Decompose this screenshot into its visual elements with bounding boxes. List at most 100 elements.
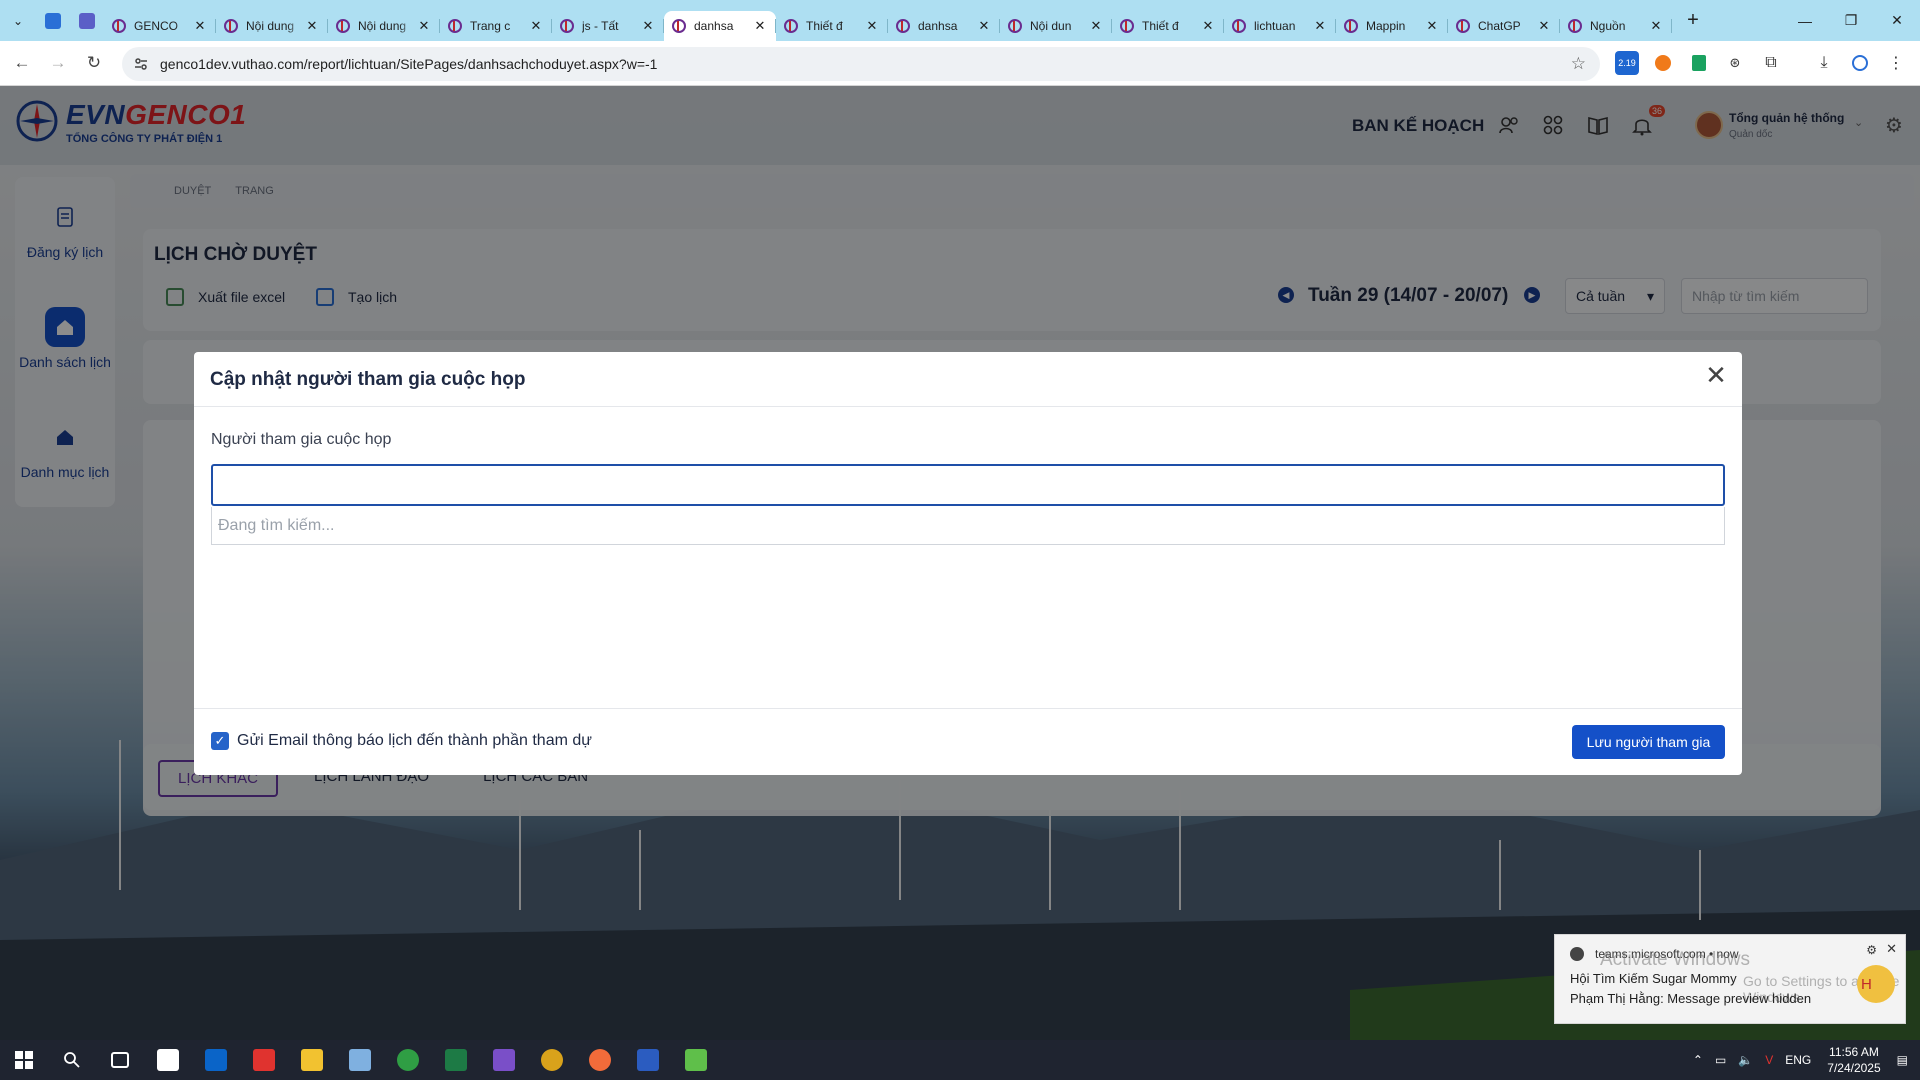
tab-close-icon[interactable]: ✕ [640, 18, 656, 34]
tab-close-icon[interactable]: ✕ [1088, 18, 1104, 34]
tab-close-icon[interactable]: ✕ [976, 18, 992, 34]
pinned-tab-2[interactable] [70, 6, 104, 36]
chrome-profile-icon[interactable] [528, 1040, 576, 1080]
browser-tab[interactable]: Nội dung ✕ [328, 11, 440, 41]
browser-tab[interactable]: Nguồn ✕ [1560, 11, 1672, 41]
participants-label: Người tham gia cuộc họp [211, 431, 392, 448]
teams-notification[interactable]: teams.microsoft.com • now Activate Windo… [1554, 934, 1906, 1024]
send-email-checkbox[interactable]: ✓ [211, 732, 229, 750]
postman-icon[interactable] [576, 1040, 624, 1080]
extension-calendar-icon[interactable]: 2.19 [1615, 51, 1639, 75]
close-window-icon[interactable]: ✕ [1874, 0, 1920, 41]
pinned-app-icon [45, 12, 61, 29]
tab-search-chevron-icon[interactable]: ⌄ [0, 0, 36, 41]
bookmark-star-icon[interactable]: ☆ [1571, 54, 1586, 74]
chrome-icon [1570, 947, 1584, 961]
tab-close-icon[interactable]: ✕ [864, 18, 880, 34]
extension-green-icon[interactable] [1687, 51, 1711, 75]
chrome-icon[interactable] [384, 1040, 432, 1080]
tab-title: Trang c [470, 18, 511, 33]
browser-tab[interactable]: ChatGP ✕ [1448, 11, 1560, 41]
tab-close-icon[interactable]: ✕ [1312, 18, 1328, 34]
url-bar[interactable]: genco1dev.vuthao.com/report/lichtuan/Sit… [122, 47, 1600, 81]
tab-title: Nội dung [246, 18, 295, 33]
tab-close-icon[interactable]: ✕ [1648, 18, 1664, 34]
reload-icon[interactable]: ↻ [76, 53, 112, 73]
pinned-tab-1[interactable] [36, 6, 70, 36]
dialog-title: Cập nhật người tham gia cuộc họp [210, 369, 526, 390]
avatar: H [1857, 965, 1895, 1003]
tab-close-icon[interactable]: ✕ [528, 18, 544, 34]
action-center-icon[interactable]: ▤ [1891, 1053, 1920, 1067]
tab-favicon-icon [448, 18, 462, 33]
browser-tab[interactable]: lichtuan ✕ [1224, 11, 1336, 41]
tab-title: Thiết đ [1142, 18, 1179, 33]
close-icon[interactable]: ✕ [1886, 941, 1897, 957]
tab-title: danhsa [694, 18, 734, 33]
browser-tab[interactable]: js - Tất ✕ [552, 11, 664, 41]
network-app-icon[interactable] [336, 1040, 384, 1080]
tab-title: Thiết đ [806, 18, 843, 33]
tab-close-icon[interactable]: ✕ [192, 18, 208, 34]
forward-icon[interactable]: → [40, 53, 76, 73]
visual-studio-icon[interactable] [480, 1040, 528, 1080]
tab-close-icon[interactable]: ✕ [1424, 18, 1440, 34]
language-indicator[interactable]: ENG [1779, 1053, 1817, 1067]
extension-orange-icon[interactable] [1651, 51, 1675, 75]
tab-title: ChatGP [1478, 18, 1521, 33]
back-icon[interactable]: ← [4, 53, 40, 73]
browser-tab[interactable]: danhsa ✕ [888, 11, 1000, 41]
extensions-puzzle-icon[interactable]: ⧉ [1759, 51, 1783, 75]
notepad-icon[interactable] [672, 1040, 720, 1080]
browser-tab[interactable]: Thiết đ ✕ [1112, 11, 1224, 41]
window-controls: — ❐ ✕ [1782, 0, 1920, 41]
browser-tab[interactable]: Trang c ✕ [440, 11, 552, 41]
save-participants-button[interactable]: Lưu người tham gia [1572, 725, 1725, 759]
windows-taskbar: ⌃ ▭ 🔈 V ENG 11:56 AM 7/24/2025 ▤ [0, 1040, 1920, 1080]
word-icon[interactable] [624, 1040, 672, 1080]
file-explorer-icon[interactable] [288, 1040, 336, 1080]
browser-tab[interactable]: danhsa ✕ [664, 10, 776, 41]
gear-icon[interactable]: ⚙ [1866, 943, 1877, 957]
tab-favicon-icon [1232, 18, 1246, 33]
browser-tab[interactable]: Thiết đ ✕ [776, 11, 888, 41]
tab-close-icon[interactable]: ✕ [416, 18, 432, 34]
tab-close-icon[interactable]: ✕ [1536, 18, 1552, 34]
tab-title: Nội dun [1030, 18, 1072, 33]
tab-title: GENCO [134, 18, 179, 33]
browser-tab[interactable]: Nội dung ✕ [216, 11, 328, 41]
windows-start-icon[interactable] [0, 1040, 48, 1080]
close-icon[interactable]: ✕ [1702, 362, 1730, 390]
browser-tab[interactable]: Mappin ✕ [1336, 11, 1448, 41]
tab-favicon-icon [112, 18, 126, 33]
anydesk-icon[interactable] [240, 1040, 288, 1080]
outlook-icon[interactable] [192, 1040, 240, 1080]
minimize-icon[interactable]: — [1782, 0, 1828, 41]
send-email-label[interactable]: Gửi Email thông báo lịch đến thành phần … [237, 732, 592, 750]
clock[interactable]: 11:56 AM 7/24/2025 [1817, 1044, 1890, 1076]
download-icon[interactable]: ⤓ [1812, 51, 1836, 75]
task-view-icon[interactable] [96, 1040, 144, 1080]
profile-icon[interactable] [1848, 51, 1872, 75]
tab-favicon-icon [224, 18, 238, 33]
participants-input[interactable] [211, 464, 1725, 506]
tab-close-icon[interactable]: ✕ [752, 18, 768, 34]
notion-icon[interactable] [144, 1040, 192, 1080]
chevron-up-icon[interactable]: ⌃ [1687, 1053, 1709, 1067]
tab-favicon-icon [896, 18, 910, 33]
tab-close-icon[interactable]: ✕ [304, 18, 320, 34]
new-tab-button[interactable]: + [1678, 9, 1708, 32]
extension-openai-icon[interactable]: ⊛ [1723, 51, 1747, 75]
volume-icon[interactable]: 🔈 [1732, 1053, 1759, 1067]
tab-close-icon[interactable]: ✕ [1200, 18, 1216, 34]
restore-icon[interactable]: ❐ [1828, 0, 1874, 41]
excel-icon[interactable] [432, 1040, 480, 1080]
network-icon[interactable]: ▭ [1709, 1053, 1732, 1067]
browser-menu-icon[interactable]: ⋮ [1884, 51, 1908, 75]
search-icon[interactable] [48, 1040, 96, 1080]
tab-title: Nội dung [358, 18, 407, 33]
antivirus-icon[interactable]: V [1759, 1053, 1779, 1067]
site-info-icon[interactable] [134, 57, 148, 71]
browser-tab[interactable]: Nội dun ✕ [1000, 11, 1112, 41]
browser-tab[interactable]: GENCO ✕ [104, 11, 216, 41]
